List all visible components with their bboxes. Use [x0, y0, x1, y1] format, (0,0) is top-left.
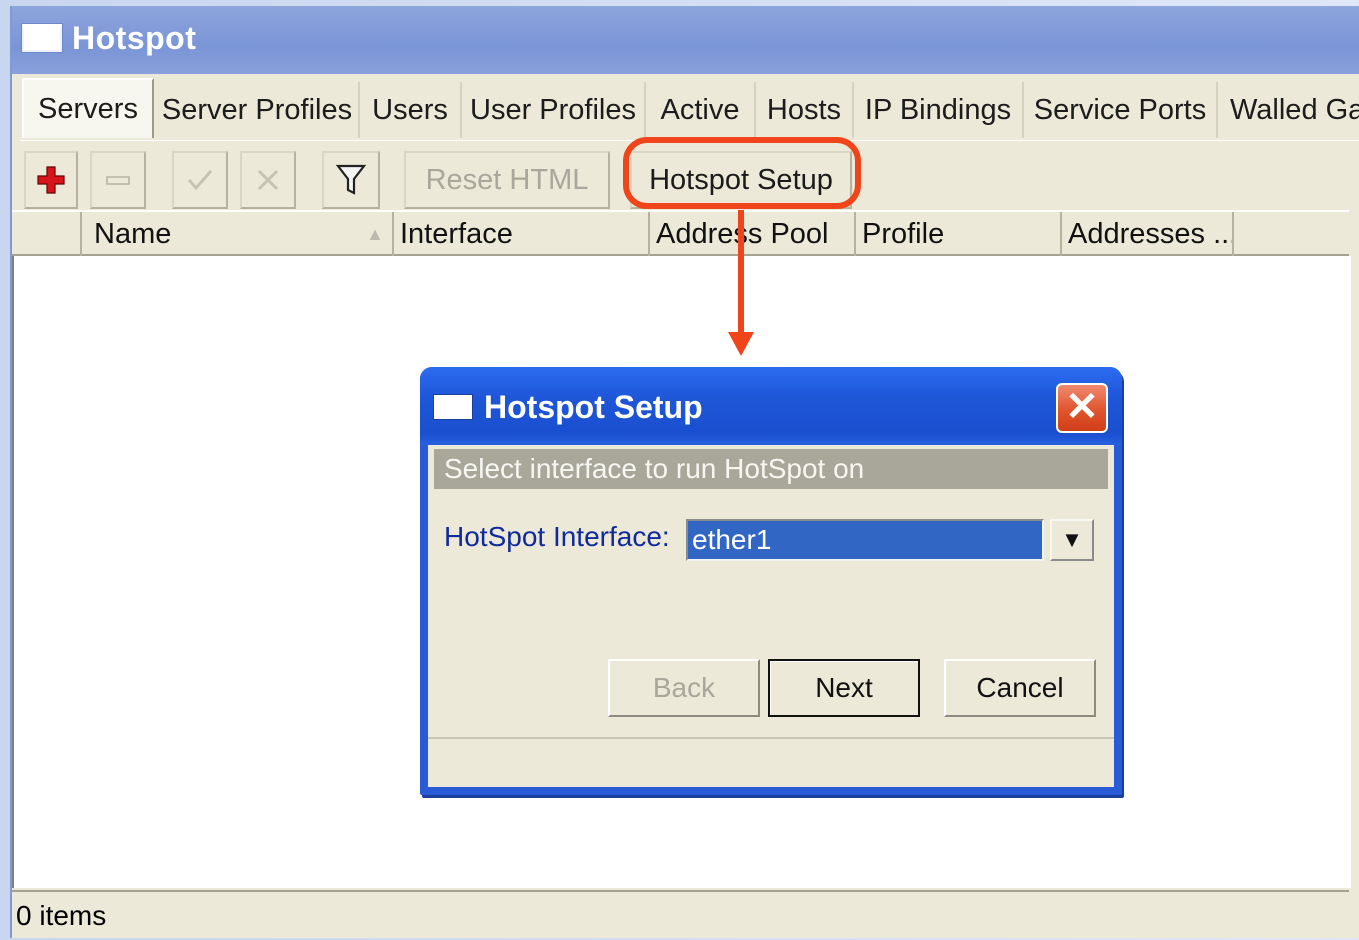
dialog-titlebar[interactable]: Hotspot Setup ✕ — [420, 367, 1122, 445]
column-header-addresses[interactable]: Addresses ... — [1062, 212, 1234, 256]
tab-servers[interactable]: Servers — [22, 78, 154, 138]
add-button[interactable] — [24, 151, 78, 209]
minus-icon — [106, 176, 130, 185]
tab-users[interactable]: Users — [360, 82, 462, 138]
window-title: Hotspot — [72, 20, 197, 56]
tab-walled-garden[interactable]: Walled Gar — [1218, 82, 1359, 138]
next-button[interactable]: Next — [768, 659, 920, 717]
cancel-button[interactable]: Cancel — [944, 659, 1096, 717]
arrow-annotation-line — [738, 210, 744, 338]
window-icon — [22, 24, 62, 52]
filter-icon — [335, 164, 367, 195]
column-header-interface[interactable]: Interface — [394, 212, 650, 256]
column-header-name[interactable]: Name ▲ — [88, 212, 394, 256]
status-bar: 0 items — [12, 890, 1349, 938]
tab-bar: Servers Server Profiles Users User Profi… — [20, 78, 1359, 140]
column-header-profile[interactable]: Profile — [856, 212, 1062, 256]
arrow-annotation-head — [728, 332, 754, 356]
hotspot-interface-select[interactable]: ether1 — [686, 519, 1044, 561]
close-icon[interactable]: ✕ — [1056, 383, 1108, 433]
dialog-window-icon — [434, 395, 472, 419]
hotspot-setup-button[interactable]: Hotspot Setup — [630, 151, 852, 209]
table-header: Name ▲ Interface Address Pool Profile Ad… — [12, 210, 1349, 256]
tab-server-profiles[interactable]: Server Profiles — [156, 82, 360, 138]
dialog-instruction: Select interface to run HotSpot on — [434, 449, 1108, 489]
hotspot-setup-dialog: Hotspot Setup ✕ Select interface to run … — [420, 367, 1122, 795]
dropdown-arrow-icon[interactable]: ▼ — [1050, 519, 1094, 561]
tab-ip-bindings[interactable]: IP Bindings — [854, 82, 1024, 138]
disable-button[interactable] — [240, 151, 296, 209]
column-label-name: Name — [94, 218, 172, 250]
check-icon — [187, 170, 213, 191]
reset-html-button[interactable]: Reset HTML — [404, 151, 610, 209]
back-button[interactable]: Back — [608, 659, 760, 717]
hotspot-interface-label: HotSpot Interface: — [444, 521, 670, 552]
enable-button[interactable] — [172, 151, 228, 209]
tab-service-ports[interactable]: Service Ports — [1024, 82, 1218, 138]
tab-active[interactable]: Active — [646, 82, 756, 138]
dialog-status-area — [428, 737, 1114, 789]
window-titlebar[interactable]: Hotspot — [12, 6, 1359, 74]
column-header-address-pool[interactable]: Address Pool — [650, 212, 856, 256]
toolbar: Reset HTML Hotspot Setup — [20, 140, 1359, 213]
filter-button[interactable] — [322, 151, 380, 209]
plus-icon — [37, 166, 65, 194]
tab-hosts[interactable]: Hosts — [756, 82, 854, 138]
cross-icon — [257, 169, 279, 191]
items-count: 0 items — [16, 900, 107, 931]
remove-button[interactable] — [90, 151, 146, 209]
sort-asc-icon: ▲ — [366, 224, 384, 244]
dialog-title: Hotspot Setup — [484, 389, 703, 425]
dialog-body: Select interface to run HotSpot on HotSp… — [428, 445, 1114, 787]
column-header-blank — [12, 212, 82, 256]
tab-user-profiles[interactable]: User Profiles — [462, 82, 646, 138]
